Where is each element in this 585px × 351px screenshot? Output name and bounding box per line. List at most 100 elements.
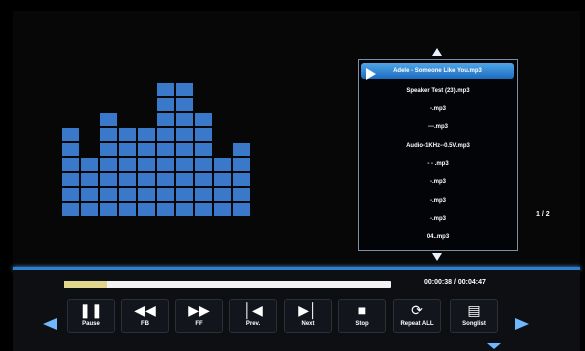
- equalizer-cell: [138, 128, 155, 141]
- equalizer-cell: [62, 188, 79, 201]
- equalizer-cell: [100, 128, 117, 141]
- equalizer-cell: [176, 98, 193, 111]
- equalizer-cell: [62, 143, 79, 156]
- equalizer-cell: [81, 173, 98, 186]
- equalizer-cell: [195, 188, 212, 201]
- playlist-item[interactable]: -.mp3: [359, 193, 517, 209]
- equalizer-cell: [138, 203, 155, 216]
- equalizer-cell: [138, 173, 155, 186]
- next-button[interactable]: ▶│ Next: [284, 299, 332, 333]
- equalizer-cell: [157, 158, 174, 171]
- equalizer-cell: [100, 188, 117, 201]
- repeat-label: Repeat ALL: [400, 321, 434, 327]
- equalizer-cell: [195, 203, 212, 216]
- equalizer-cell: [195, 128, 212, 141]
- equalizer-cell: [214, 203, 231, 216]
- next-label: Next: [301, 321, 315, 327]
- songlist-button[interactable]: ▤ Songlist: [450, 299, 498, 333]
- progress-bar[interactable]: [64, 281, 391, 288]
- equalizer-cell: [119, 143, 136, 156]
- songlist-icon: ▤: [467, 302, 481, 318]
- equalizer-cell: [119, 173, 136, 186]
- pause-icon: ❚❚: [79, 302, 103, 318]
- next-icon: ▶│: [298, 302, 318, 318]
- equalizer-cell: [157, 128, 174, 141]
- fast-forward-button[interactable]: ▶▶ FF: [175, 299, 223, 333]
- equalizer-cell: [100, 173, 117, 186]
- playlist-item[interactable]: Audio-1KHz--0.5V.mp3: [359, 138, 517, 154]
- equalizer-cell: [176, 158, 193, 171]
- playlist-item[interactable]: -.mp3: [359, 174, 517, 190]
- equalizer-cell: [119, 128, 136, 141]
- playlist-item[interactable]: -.mp3: [359, 101, 517, 117]
- playlist-item[interactable]: ---.mp3: [359, 119, 517, 135]
- stop-button[interactable]: ■ Stop: [338, 299, 386, 333]
- equalizer-cell: [157, 83, 174, 96]
- playlist-scroll-up-icon[interactable]: [432, 48, 442, 56]
- equalizer-cell: [138, 158, 155, 171]
- playlist-item[interactable]: -.mp3: [359, 211, 517, 227]
- equalizer-cell: [157, 143, 174, 156]
- equalizer-cell: [195, 158, 212, 171]
- equalizer-cell: [119, 188, 136, 201]
- stop-label: Stop: [355, 321, 369, 327]
- equalizer-cell: [176, 143, 193, 156]
- fast-backward-icon: ◀◀: [134, 302, 156, 318]
- playlist-item[interactable]: Adele - Someone Like You.mp3: [361, 63, 514, 79]
- equalizer-cell: [176, 128, 193, 141]
- equalizer-cell: [233, 173, 250, 186]
- equalizer-cell: [100, 113, 117, 126]
- equalizer-cell: [233, 158, 250, 171]
- equalizer-cell: [214, 188, 231, 201]
- equalizer-cell: [119, 158, 136, 171]
- equalizer-cell: [176, 83, 193, 96]
- equalizer-cell: [233, 143, 250, 156]
- songlist-label: Songlist: [462, 321, 486, 327]
- equalizer-cell: [62, 173, 79, 186]
- equalizer-cell: [157, 113, 174, 126]
- equalizer-cell: [195, 113, 212, 126]
- equalizer-cell: [195, 143, 212, 156]
- prev-label: Prev.: [245, 321, 261, 327]
- equalizer-cell: [100, 143, 117, 156]
- pause-button[interactable]: ❚❚ Pause: [67, 299, 115, 333]
- equalizer-cell: [157, 188, 174, 201]
- equalizer-cell: [81, 203, 98, 216]
- previous-icon: │◀: [243, 302, 263, 318]
- repeat-icon: ⟳: [411, 302, 423, 318]
- equalizer-cell: [233, 203, 250, 216]
- now-playing-icon: [366, 68, 376, 80]
- equalizer-cell: [214, 173, 231, 186]
- equalizer-cell: [176, 173, 193, 186]
- equalizer-cell: [176, 203, 193, 216]
- time-display: 00:00:38 / 00:04:47: [424, 279, 486, 286]
- equalizer-cell: [62, 158, 79, 171]
- equalizer-cell: [119, 203, 136, 216]
- fb-label: FB: [141, 321, 149, 327]
- previous-button[interactable]: │◀ Prev.: [229, 299, 277, 333]
- playlist-item[interactable]: - - .mp3: [359, 156, 517, 172]
- playlist-scroll-down-icon[interactable]: [432, 253, 442, 261]
- equalizer-cell: [100, 203, 117, 216]
- equalizer-cell: [62, 128, 79, 141]
- repeat-all-button[interactable]: ⟳ Repeat ALL: [393, 299, 441, 333]
- equalizer-cell: [138, 188, 155, 201]
- equalizer-cell: [195, 173, 212, 186]
- fast-backward-button[interactable]: ◀◀ FB: [121, 299, 169, 333]
- nav-right-arrow-icon[interactable]: [515, 318, 529, 330]
- stop-icon: ■: [357, 302, 367, 318]
- playlist-item[interactable]: 04..mp3: [359, 229, 517, 245]
- equalizer-cell: [157, 98, 174, 111]
- equalizer-cell: [81, 188, 98, 201]
- equalizer-cell: [214, 158, 231, 171]
- ff-label: FF: [195, 321, 203, 327]
- progress-fill: [64, 281, 107, 288]
- equalizer-cell: [157, 173, 174, 186]
- pause-label: Pause: [82, 321, 100, 327]
- page-indicator: 1 / 2: [536, 211, 550, 218]
- equalizer-cell: [81, 158, 98, 171]
- nav-left-arrow-icon[interactable]: [43, 318, 57, 330]
- equalizer-cell: [157, 203, 174, 216]
- playlist-item[interactable]: Speaker Test (23).mp3: [359, 83, 517, 99]
- nav-down-arrow-icon[interactable]: [487, 343, 501, 349]
